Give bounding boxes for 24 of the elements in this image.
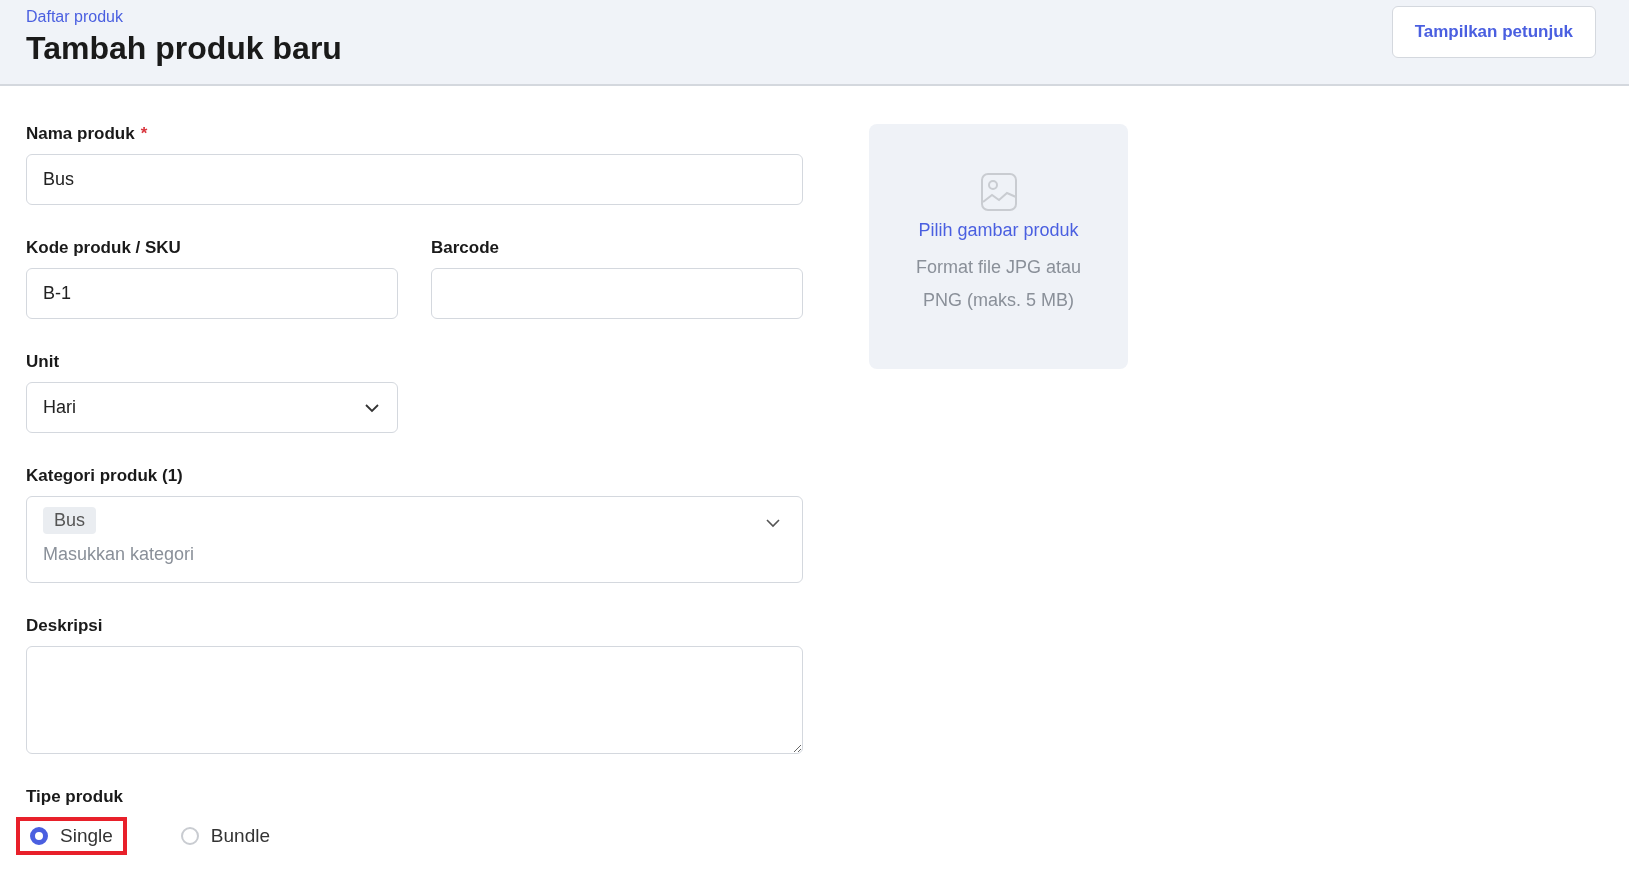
field-label: Barcode [431, 238, 500, 258]
image-upload-area[interactable]: Pilih gambar produk Format file JPG atau PNG (maks. 5 MB) [869, 124, 1128, 369]
choose-image-link[interactable]: Pilih gambar produk [918, 220, 1079, 241]
field-label: Unit [26, 352, 60, 372]
field-label: Deskripsi [26, 616, 103, 636]
upload-hint: Format file JPG atau PNG (maks. 5 MB) [914, 256, 1083, 312]
radio-option[interactable]: Single [16, 817, 127, 855]
help-button[interactable]: Tampilkan petunjuk [1391, 6, 1596, 58]
category-tag[interactable]: Bus [43, 507, 97, 534]
field-label: Kode produk / SKU [26, 238, 181, 258]
field-label: Tipe produk [26, 787, 123, 807]
category-select[interactable]: Bus Masukkan kategori [26, 496, 803, 583]
required-mark: * [140, 124, 148, 144]
page-title: Tambah produk baru [26, 30, 342, 67]
image-icon [979, 172, 1018, 212]
breadcrumb-link[interactable]: Daftar produk [26, 8, 342, 26]
radio-option[interactable]: Bundle [166, 817, 284, 855]
field-label: Kategori produk (1) [26, 466, 183, 486]
name-input[interactable]: Bus [26, 154, 803, 205]
sku-input[interactable]: B-1 [26, 268, 398, 319]
unit-select[interactable]: Hari [26, 382, 398, 433]
barcode-input[interactable] [431, 268, 803, 319]
description-textarea[interactable] [26, 646, 803, 754]
field-label: Nama produk [26, 124, 135, 144]
